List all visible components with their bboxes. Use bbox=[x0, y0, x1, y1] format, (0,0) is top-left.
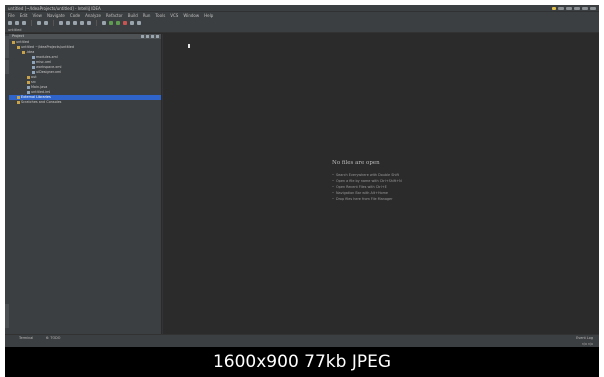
help-icon[interactable] bbox=[137, 21, 141, 25]
clock-icon[interactable] bbox=[582, 7, 588, 10]
window-title: untitled [~/IdeaProjects/untitled] - Int… bbox=[8, 6, 101, 11]
menu-view[interactable]: View bbox=[32, 12, 42, 19]
replace-icon[interactable] bbox=[87, 21, 91, 25]
empty-editor-hints: No files are open Search Everywhere with… bbox=[332, 160, 512, 202]
folder-icon bbox=[17, 45, 20, 49]
tree-item-label: misc.xml bbox=[36, 60, 52, 64]
tree-item-label: Main.java bbox=[31, 85, 48, 89]
file-icon bbox=[32, 55, 35, 59]
tree-item-label: out bbox=[31, 75, 37, 79]
menu-analyze[interactable]: Analyze bbox=[85, 12, 101, 19]
globe-icon[interactable] bbox=[141, 35, 144, 38]
folder-icon bbox=[17, 95, 20, 99]
file-icon bbox=[32, 65, 35, 69]
debug-icon[interactable] bbox=[116, 21, 120, 25]
sync-icon[interactable] bbox=[22, 21, 26, 25]
project-panel-title[interactable]: Project bbox=[12, 34, 24, 38]
system-tray bbox=[552, 6, 596, 11]
file-icon bbox=[32, 70, 35, 74]
settings-icon[interactable] bbox=[130, 21, 134, 25]
menu-code[interactable]: Code bbox=[70, 12, 80, 19]
folder-icon bbox=[12, 40, 15, 44]
copy-icon[interactable] bbox=[66, 21, 70, 25]
tree-item-label: untitled bbox=[16, 40, 30, 44]
project-panel-header: Project bbox=[9, 34, 161, 39]
battery-icon[interactable] bbox=[574, 7, 580, 10]
empty-editor-title: No files are open bbox=[332, 160, 380, 166]
notification-icon[interactable] bbox=[552, 7, 556, 10]
title-bar: untitled [~/IdeaProjects/untitled] - Int… bbox=[5, 5, 599, 12]
save-icon[interactable] bbox=[15, 21, 19, 25]
bottom-tool-bar: Terminal 6: TODO Event Log bbox=[5, 334, 599, 341]
file-icon bbox=[27, 85, 30, 89]
redo-icon[interactable] bbox=[44, 21, 48, 25]
tree-item-label: src bbox=[31, 80, 36, 84]
file-icon bbox=[27, 90, 30, 94]
volume-icon[interactable] bbox=[566, 7, 572, 10]
stop-icon[interactable] bbox=[123, 21, 127, 25]
undo-icon[interactable] bbox=[37, 21, 41, 25]
project-tree: untitled untitled ~/IdeaProjects/untitled… bbox=[9, 39, 161, 105]
cut-icon[interactable] bbox=[59, 21, 63, 25]
run-icon[interactable] bbox=[109, 21, 113, 25]
tree-item-label: .idea bbox=[26, 50, 35, 54]
build-icon[interactable] bbox=[102, 21, 106, 25]
menu-navigate[interactable]: Navigate bbox=[47, 12, 65, 19]
menu-run[interactable]: Run bbox=[143, 12, 151, 19]
folder-icon bbox=[17, 100, 20, 104]
folder-icon bbox=[27, 75, 30, 79]
tree-item-label: Scratches and Consoles bbox=[21, 100, 62, 104]
menu-vcs[interactable]: VCS bbox=[170, 12, 178, 19]
navigation-bar: untitled bbox=[5, 27, 599, 33]
menu-window[interactable]: Window bbox=[183, 12, 199, 19]
gear-icon[interactable] bbox=[151, 35, 154, 38]
image-caption: 1600x900 77kb JPEG bbox=[5, 347, 599, 377]
menu-bar: File Edit View Navigate Code Analyze Ref… bbox=[5, 12, 599, 19]
hint-item: Drop files here from File Manager bbox=[332, 196, 512, 202]
menu-refactor[interactable]: Refactor bbox=[106, 12, 123, 19]
project-panel: Project untitled untitled ~/IdeaProjects/… bbox=[9, 34, 162, 334]
mouse-cursor bbox=[188, 44, 190, 48]
menu-help[interactable]: Help bbox=[204, 12, 213, 19]
tree-item-label: untitled.iml bbox=[31, 90, 51, 94]
tree-item-label: External Libraries bbox=[21, 95, 51, 99]
paste-icon[interactable] bbox=[73, 21, 77, 25]
hide-icon[interactable] bbox=[156, 35, 159, 38]
editor-gutter bbox=[162, 34, 163, 334]
toolbar-separator bbox=[31, 20, 32, 26]
find-icon[interactable] bbox=[80, 21, 84, 25]
main-toolbar bbox=[5, 19, 599, 27]
file-icon bbox=[32, 60, 35, 64]
folder-icon bbox=[27, 80, 30, 84]
tree-item[interactable]: Scratches and Consoles bbox=[9, 100, 161, 105]
power-icon[interactable] bbox=[590, 7, 596, 10]
menu-build[interactable]: Build bbox=[128, 12, 138, 19]
collapse-icon[interactable] bbox=[146, 35, 149, 38]
open-icon[interactable] bbox=[8, 21, 12, 25]
editor-area[interactable]: No files are open Search Everywhere with… bbox=[162, 34, 599, 334]
toolbar-separator bbox=[96, 20, 97, 26]
folder-icon bbox=[22, 50, 25, 54]
toolbar-separator bbox=[53, 20, 54, 26]
tree-item-label: modules.xml bbox=[36, 55, 58, 59]
tree-item-label: untitled ~/IdeaProjects/untitled bbox=[21, 45, 75, 49]
ide-screenshot: untitled [~/IdeaProjects/untitled] - Int… bbox=[5, 5, 599, 347]
network-icon[interactable] bbox=[558, 7, 564, 10]
breadcrumb[interactable]: untitled bbox=[8, 28, 22, 32]
tree-item-label: uiDesigner.xml bbox=[36, 70, 62, 74]
menu-edit[interactable]: Edit bbox=[20, 12, 28, 19]
menu-tools[interactable]: Tools bbox=[155, 12, 165, 19]
menu-file[interactable]: File bbox=[8, 12, 15, 19]
tree-item-label: workspace.xml bbox=[36, 65, 62, 69]
